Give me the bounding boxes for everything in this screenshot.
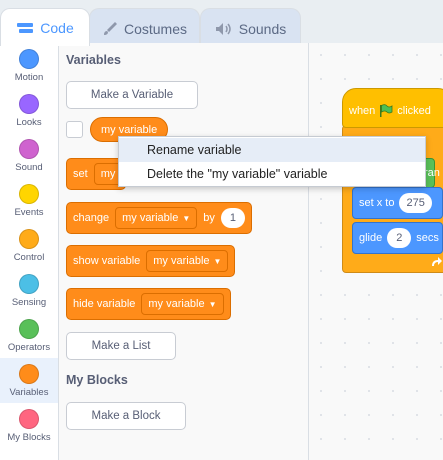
- glide-suffix: secs: [416, 232, 439, 244]
- make-variable-button[interactable]: Make a Variable: [66, 81, 198, 109]
- operators-dot-icon: [19, 319, 39, 339]
- green-flag-icon: [380, 104, 393, 117]
- category-label: Motion: [14, 72, 44, 83]
- show-variable-value: my variable: [153, 255, 210, 267]
- block-palette: Variables Make a Variable my variable se…: [59, 43, 309, 460]
- sound-dot-icon: [19, 139, 39, 159]
- category-label: Operators: [7, 342, 51, 353]
- category-variables[interactable]: Variables: [0, 358, 58, 403]
- set-x-block[interactable]: set x to 275: [352, 187, 443, 219]
- chevron-down-icon: ▼: [208, 299, 217, 309]
- variables-dot-icon: [19, 364, 39, 384]
- reporter-label: my variable: [101, 123, 158, 136]
- tab-sounds-label: Sounds: [238, 20, 287, 37]
- rename-variable-menu-item[interactable]: Rename variable: [119, 138, 425, 162]
- tab-bar: Code Costumes Sounds: [0, 0, 443, 48]
- glide-label: glide: [359, 232, 383, 244]
- category-sensing[interactable]: Sensing: [0, 268, 58, 313]
- category-events[interactable]: Events: [0, 178, 58, 223]
- looks-dot-icon: [19, 94, 39, 114]
- category-looks[interactable]: Looks: [0, 88, 58, 133]
- hide-label: hide variable: [73, 298, 136, 310]
- category-label: Variables: [9, 387, 49, 398]
- change-variable-block[interactable]: change my variable ▼ by 1: [66, 202, 252, 234]
- delete-variable-menu-item[interactable]: Delete the "my variable" variable: [119, 162, 425, 186]
- my-blocks-dot-icon: [19, 409, 39, 429]
- setx-input[interactable]: 275: [399, 193, 432, 213]
- change-amount-input[interactable]: 1: [220, 208, 245, 228]
- tab-sounds[interactable]: Sounds: [200, 8, 301, 48]
- variable-checkbox[interactable]: [66, 121, 83, 138]
- sensing-dot-icon: [19, 274, 39, 294]
- make-list-button[interactable]: Make a List: [66, 332, 176, 360]
- set-variable-block[interactable]: set my: [66, 158, 126, 190]
- category-label: Control: [13, 252, 45, 263]
- set-variable-value: my: [100, 168, 116, 180]
- category-motion[interactable]: Motion: [0, 43, 58, 88]
- category-label: Events: [14, 207, 44, 218]
- tab-code-label: Code: [40, 19, 74, 36]
- events-dot-icon: [19, 184, 39, 204]
- code-icon: [17, 22, 34, 33]
- show-variable-dropdown[interactable]: my variable ▼: [146, 250, 229, 272]
- glide-input[interactable]: 2: [387, 228, 412, 248]
- category-my-blocks[interactable]: My Blocks: [0, 403, 58, 448]
- variables-heading: Variables: [66, 53, 121, 67]
- set-label: set: [73, 168, 88, 180]
- tab-costumes[interactable]: Costumes: [89, 8, 200, 48]
- my-blocks-heading: My Blocks: [66, 373, 128, 387]
- category-label: My Blocks: [7, 432, 51, 443]
- loop-arrow-icon: [432, 257, 442, 266]
- context-menu: Rename variable Delete the "my variable"…: [118, 136, 426, 187]
- change-variable-value: my variable: [122, 212, 179, 224]
- category-control[interactable]: Control: [0, 223, 58, 268]
- category-menu: Motion Looks Sound Events Control Sensin…: [0, 43, 59, 460]
- tab-costumes-label: Costumes: [123, 20, 188, 37]
- motion-dot-icon: [19, 49, 39, 69]
- control-dot-icon: [19, 229, 39, 249]
- glide-block[interactable]: glide 2 secs: [352, 222, 443, 254]
- category-label: Sensing: [11, 297, 47, 308]
- show-label: show variable: [73, 255, 141, 267]
- hide-variable-block[interactable]: hide variable my variable ▼: [66, 288, 231, 320]
- script-workspace[interactable]: when clicked ran set x to 275 glide 2 se…: [309, 43, 443, 460]
- category-operators[interactable]: Operators: [0, 313, 58, 358]
- operator-label: ran: [424, 167, 440, 179]
- by-label: by: [203, 212, 215, 224]
- chevron-down-icon: ▼: [213, 256, 222, 266]
- setx-label: set x to: [359, 197, 395, 209]
- change-variable-dropdown[interactable]: my variable ▼: [115, 207, 198, 229]
- hat-suffix: clicked: [397, 105, 431, 117]
- paintbrush-icon: [103, 21, 117, 35]
- category-sound[interactable]: Sound: [0, 133, 58, 178]
- make-block-button[interactable]: Make a Block: [66, 402, 186, 430]
- category-label: Looks: [16, 117, 42, 128]
- when-flag-clicked-block[interactable]: when clicked: [342, 88, 443, 128]
- speaker-icon: [215, 22, 231, 35]
- tab-code[interactable]: Code: [0, 8, 90, 46]
- hide-variable-value: my variable: [148, 298, 205, 310]
- change-label: change: [73, 212, 110, 224]
- hat-label: when: [349, 105, 376, 117]
- category-label: Sound: [15, 162, 43, 173]
- hide-variable-dropdown[interactable]: my variable ▼: [141, 293, 224, 315]
- chevron-down-icon: ▼: [182, 213, 191, 223]
- show-variable-block[interactable]: show variable my variable ▼: [66, 245, 236, 277]
